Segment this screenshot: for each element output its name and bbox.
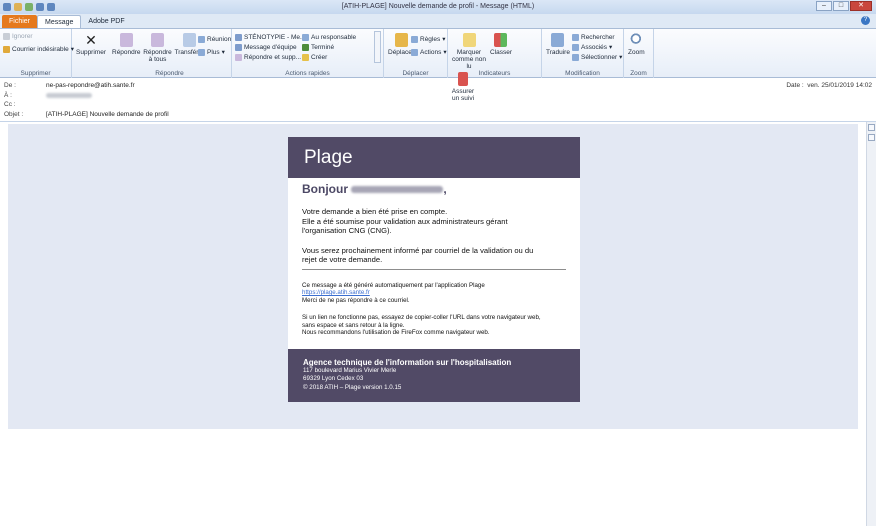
marquer-non-lu-button[interactable]: Marquer comme non lu: [451, 31, 487, 70]
quick-steps-scroll[interactable]: [374, 31, 381, 63]
reply-delete-icon: [235, 53, 242, 61]
forward-icon: [182, 33, 196, 47]
window-title: [ATIH-PLAGE] Nouvelle demande de profil …: [341, 3, 535, 10]
move-folder-icon: [394, 33, 408, 47]
rules-icon: [411, 35, 418, 43]
actions-button[interactable]: Actions ▾: [411, 47, 447, 57]
scroll-up-arrow[interactable]: [868, 124, 875, 131]
message-paragraph: Votre demande a bien été prise en compte…: [302, 207, 508, 235]
selectionner-button[interactable]: Sélectionner ▾: [572, 52, 622, 62]
quick-step-icon: [235, 33, 242, 41]
message-header: De : ne-pas-repondre@atih.sante.fr À : Cc…: [4, 82, 872, 118]
quick-step-message-equipe[interactable]: Message d'équipe: [235, 42, 305, 52]
from-value[interactable]: ne-pas-repondre@atih.sante.fr: [46, 82, 135, 91]
link-help-note: Si un lien ne fonctionne pas, essayez de…: [302, 313, 541, 337]
quick-step-responsable[interactable]: Au responsable: [302, 32, 356, 42]
quick-step-termine[interactable]: Terminé: [302, 42, 356, 52]
message-body: Plage Bonjour , Votre demande a bien été…: [8, 124, 858, 429]
help-icon[interactable]: ?: [861, 16, 870, 25]
quick-step-repondre-supp[interactable]: Répondre et supp...: [235, 52, 305, 62]
group-modification: Traduire Rechercher Associés ▾ Sélection…: [542, 29, 624, 78]
team-mail-icon: [235, 43, 242, 51]
junk-icon: [3, 45, 10, 53]
rechercher-button[interactable]: Rechercher: [572, 32, 622, 42]
vertical-scrollbar[interactable]: [866, 122, 876, 526]
auto-message-note: Ce message a été généré automatiquement …: [288, 282, 580, 305]
repondre-button[interactable]: Répondre: [111, 31, 142, 56]
find-icon: [572, 33, 579, 41]
classer-button[interactable]: Classer: [489, 31, 513, 56]
ribbon: Ignorer Courrier indésirable ▾ ✕ Supprime…: [0, 28, 876, 102]
group-zoom: Zoom Zoom: [624, 29, 654, 78]
related-icon: [572, 43, 579, 51]
manager-icon: [302, 33, 309, 41]
tab-fichier[interactable]: Fichier: [2, 15, 38, 28]
associes-button[interactable]: Associés ▾: [572, 42, 622, 52]
quick-step-stenotypie[interactable]: STÉNOTYPIE - Me...: [235, 32, 305, 42]
traduire-button[interactable]: Traduire: [545, 31, 571, 56]
group-deplacer: Déplacer Règles ▾ Actions ▾ Déplacer: [384, 29, 448, 78]
group-indicateurs: Marquer comme non lu Classer Assurer un …: [448, 29, 542, 102]
recipient-name-redacted: [351, 186, 444, 194]
close-button[interactable]: ✕: [850, 1, 872, 11]
email-footer: Agence technique de l'information sur l'…: [288, 349, 580, 402]
plus-button[interactable]: Plus ▾: [198, 47, 231, 57]
message-paragraph-2: Vous serez prochainement informé par cou…: [302, 245, 534, 265]
to-value-redacted[interactable]: [46, 92, 92, 101]
lightning-icon: [302, 53, 309, 61]
greeting: Bonjour ,: [302, 182, 447, 196]
courrier-indesirable-button[interactable]: Courrier indésirable ▾: [3, 44, 74, 54]
plage-link[interactable]: https://plage.atih.sante.fr: [302, 289, 566, 297]
tab-adobe-pdf[interactable]: Adobe PDF: [81, 15, 131, 28]
select-icon: [572, 53, 579, 61]
scroll-thumb[interactable]: [868, 134, 875, 141]
unread-envelope-icon: [462, 33, 476, 47]
check-icon: [302, 43, 309, 51]
email-banner: Plage: [288, 137, 580, 178]
title-bar: [ATIH-PLAGE] Nouvelle demande de profil …: [0, 0, 876, 14]
group-actions-rapides: STÉNOTYPIE - Me... Message d'équipe Répo…: [232, 29, 384, 78]
group-supprimer: Ignorer Courrier indésirable ▾ ✕ Supprime…: [0, 29, 106, 78]
divider: [302, 268, 566, 270]
repondre-a-tous-button[interactable]: Répondre à tous: [143, 31, 172, 63]
email-card: Plage Bonjour , Votre demande a bien été…: [288, 137, 580, 402]
categorize-icon: [494, 33, 508, 47]
zoom-magnifier-icon: [629, 33, 643, 47]
translate-icon: [551, 33, 565, 47]
ignorer-button[interactable]: Ignorer: [3, 31, 68, 41]
ribbon-tabs: Fichier Message Adobe PDF ?: [0, 14, 876, 28]
minimize-button[interactable]: –: [816, 1, 832, 11]
subject-value: [ATIH-PLAGE] Nouvelle demande de profil: [46, 111, 169, 118]
more-icon: [198, 48, 205, 56]
reply-all-icon: [151, 33, 165, 47]
regles-button[interactable]: Règles ▾: [411, 34, 447, 44]
reply-icon: [119, 33, 133, 47]
actions-icon: [411, 48, 418, 56]
group-repondre: Répondre Répondre à tous Transférer Réun…: [108, 29, 232, 78]
quick-step-creer[interactable]: Créer: [302, 52, 356, 62]
tab-message[interactable]: Message: [37, 15, 82, 28]
reunion-button[interactable]: Réunion: [198, 34, 231, 44]
maximize-button[interactable]: □: [833, 1, 849, 11]
ignore-icon: [3, 32, 10, 40]
date-field: Date : ven. 25/01/2019 14:02: [786, 82, 872, 89]
zoom-button[interactable]: Zoom: [627, 31, 646, 56]
meeting-icon: [198, 35, 205, 43]
